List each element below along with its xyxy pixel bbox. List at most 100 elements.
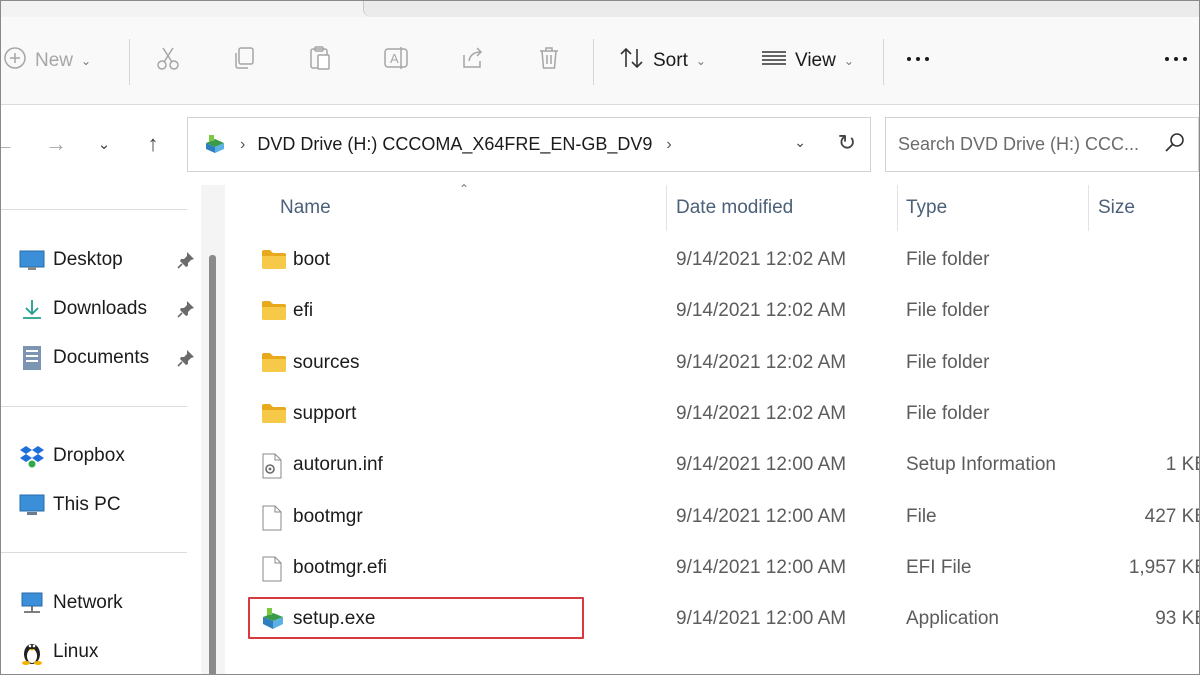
sidebar-item-documents[interactable]: Documents — [19, 343, 199, 373]
view-button[interactable]: View ⌄ — [761, 45, 854, 77]
file-name: efi — [293, 300, 314, 322]
file-type: File — [906, 505, 937, 527]
pin-icon[interactable] — [177, 251, 195, 275]
pin-icon[interactable] — [177, 349, 195, 373]
share-button[interactable] — [460, 45, 486, 77]
refresh-icon[interactable]: ↻ — [838, 130, 856, 156]
options-button[interactable] — [1165, 57, 1187, 61]
sidebar-item-label: Downloads — [53, 298, 147, 319]
delete-button[interactable] — [536, 45, 562, 77]
file-row-bootmgr[interactable]: bootmgr 9/14/2021 12:00 AM File 427 KB — [227, 493, 1199, 544]
address-bar[interactable]: › DVD Drive (H:) CCCOMA_X64FRE_EN-GB_DV9… — [187, 117, 871, 172]
title-strip — [1, 1, 1199, 17]
desktop-icon — [19, 247, 45, 273]
file-row-sources[interactable]: sources 9/14/2021 12:02 AM File folder — [227, 339, 1199, 390]
pin-icon[interactable] — [177, 300, 195, 324]
new-button[interactable]: New ⌄ — [3, 45, 91, 77]
share-icon — [460, 45, 486, 77]
toolbar-divider — [129, 39, 130, 85]
sidebar-item-downloads[interactable]: Downloads — [19, 294, 199, 324]
file-type: File folder — [906, 351, 990, 373]
sidebar-item-dropbox[interactable]: Dropbox — [19, 441, 199, 471]
file-name: bootmgr.efi — [293, 556, 387, 578]
sidebar-divider — [1, 406, 187, 407]
forward-button[interactable]: → — [39, 127, 73, 161]
breadcrumb-chevron-icon[interactable]: › — [666, 136, 671, 154]
file-date-modified: 9/14/2021 12:00 AM — [676, 556, 847, 578]
address-history-chevron-icon[interactable]: ⌄ — [794, 134, 806, 151]
rename-button[interactable]: A — [383, 45, 411, 77]
sidebar-item-this-pc[interactable]: This PC — [19, 490, 199, 520]
file-name: sources — [293, 351, 360, 373]
column-header-name[interactable]: Name — [280, 197, 331, 219]
cut-icon — [155, 45, 181, 77]
file-row-bootmgr-efi[interactable]: bootmgr.efi 9/14/2021 12:00 AM EFI File 1,9… — [227, 544, 1199, 595]
download-icon — [19, 296, 45, 322]
sidebar-item-linux[interactable]: Linux — [19, 637, 199, 667]
column-divider[interactable] — [897, 185, 898, 231]
arrow-left-icon: ← — [1, 131, 15, 157]
file-size: 93 KB — [1155, 608, 1199, 630]
sort-ascending-icon: ⌃ — [459, 182, 470, 196]
sidebar-item-label: This PC — [53, 494, 121, 515]
column-header-type[interactable]: Type — [906, 197, 947, 219]
file-type: File folder — [906, 300, 990, 322]
sidebar-item-label: Desktop — [53, 249, 123, 270]
back-button[interactable]: ← — [1, 127, 21, 161]
recent-locations-button[interactable]: ⌄ — [87, 127, 121, 161]
setup-info-icon — [261, 453, 287, 479]
new-icon — [3, 46, 27, 76]
breadcrumb-chevron-icon: › — [240, 135, 246, 153]
sort-button[interactable]: Sort ⌄ — [619, 45, 706, 77]
column-header-date-modified[interactable]: Date modified — [676, 197, 793, 219]
navigation-pane: Desktop Downloads Documents Dropbox This… — [1, 185, 201, 674]
paste-button[interactable] — [307, 45, 333, 77]
search-icon — [1164, 132, 1186, 159]
file-icon — [261, 505, 287, 531]
arrow-right-icon: → — [45, 131, 67, 156]
file-date-modified: 9/14/2021 12:02 AM — [676, 249, 847, 270]
cut-button[interactable] — [155, 45, 181, 77]
sidebar-item-network[interactable]: Network — [19, 588, 199, 618]
column-divider[interactable] — [666, 185, 667, 231]
folder-icon — [261, 248, 287, 274]
sidebar-item-label: Dropbox — [53, 445, 125, 466]
up-button[interactable]: ↑ — [136, 127, 170, 161]
search-input[interactable]: Search DVD Drive (H:) CCC... — [885, 117, 1199, 172]
column-header-size[interactable]: Size — [1098, 197, 1135, 219]
sort-icon — [619, 45, 645, 77]
network-icon — [19, 590, 45, 616]
chevron-down-icon: ⌄ — [81, 54, 92, 68]
file-type: Setup Information — [906, 454, 1056, 476]
see-more-button[interactable] — [907, 57, 929, 61]
command-bar: New ⌄ A Sort ⌄ View ⌄ — [1, 17, 1199, 105]
sidebar-item-desktop[interactable]: Desktop — [19, 245, 199, 275]
toolbar-divider — [593, 39, 594, 85]
setup-exe-highlight-box — [248, 597, 584, 639]
column-divider[interactable] — [1088, 185, 1089, 231]
copy-button[interactable] — [231, 45, 257, 77]
copy-icon — [231, 45, 257, 77]
file-name: support — [293, 402, 357, 424]
breadcrumb-path[interactable]: DVD Drive (H:) CCCOMA_X64FRE_EN-GB_DV9 — [257, 134, 652, 155]
file-row-support[interactable]: support 9/14/2021 12:02 AM File folder — [227, 390, 1199, 441]
folder-icon — [261, 351, 287, 377]
file-row-autorun-inf[interactable]: autorun.inf 9/14/2021 12:00 AM Setup Infor… — [227, 441, 1199, 492]
svg-text:A: A — [390, 51, 399, 66]
sidebar-item-label: Documents — [53, 347, 150, 368]
sidebar-scrollbar[interactable] — [201, 185, 225, 674]
this-pc-icon — [19, 492, 45, 518]
search-placeholder: Search DVD Drive (H:) CCC... — [898, 134, 1140, 154]
folder-icon — [261, 402, 287, 428]
file-date-modified: 9/14/2021 12:00 AM — [676, 454, 847, 476]
file-name: boot — [293, 249, 330, 270]
file-row-efi[interactable]: efi 9/14/2021 12:02 AM File folder — [227, 287, 1199, 338]
file-row-boot[interactable]: boot 9/14/2021 12:02 AM File folder — [227, 236, 1199, 287]
toolbar-divider — [883, 39, 884, 85]
chevron-down-icon: ⌄ — [695, 54, 706, 68]
chevron-down-icon: ⌄ — [97, 136, 111, 153]
file-type: File folder — [906, 249, 990, 270]
scrollbar-thumb[interactable] — [209, 255, 216, 674]
dropbox-icon — [19, 443, 45, 469]
dvd-drive-icon — [204, 134, 226, 155]
